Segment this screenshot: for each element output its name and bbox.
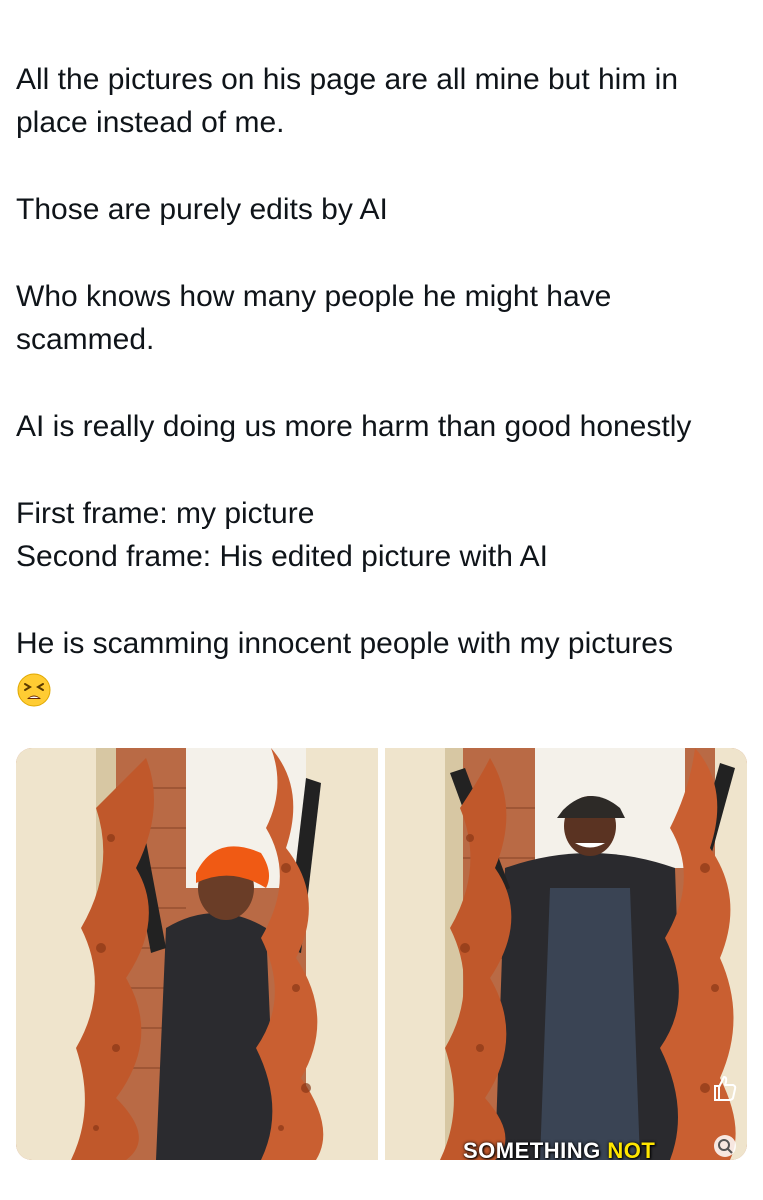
tweet-paragraph-2: Those are purely edits by AI xyxy=(16,193,388,226)
tweet-text: All the pictures on his page are all min… xyxy=(16,58,746,673)
caption-text-2: NOT xyxy=(607,1138,656,1160)
caption-text-1: SOMETHING xyxy=(463,1138,608,1160)
tweet-paragraph-6: He is scamming innocent people with my p… xyxy=(16,627,673,660)
tweet-paragraph-1: All the pictures on his page are all min… xyxy=(16,63,679,139)
tweet-paragraph-3: Who knows how many people he might have … xyxy=(16,280,612,356)
search-icon[interactable] xyxy=(713,1134,737,1158)
media-frame-left[interactable] xyxy=(16,748,378,1160)
tweet-paragraph-5: First frame: my picture Second frame: Hi… xyxy=(16,497,548,573)
woman-photo xyxy=(16,748,378,1160)
man-photo xyxy=(385,748,747,1160)
thumbs-up-icon[interactable] xyxy=(711,1074,737,1102)
tweet-paragraph-4: AI is really doing us more harm than goo… xyxy=(16,410,692,443)
media-frame-right[interactable]: SOMETHING NOT xyxy=(385,748,747,1160)
video-caption: SOMETHING NOT xyxy=(463,1138,655,1160)
media-grid[interactable]: SOMETHING NOT xyxy=(16,748,747,1160)
tired-face-emoji xyxy=(17,673,51,707)
